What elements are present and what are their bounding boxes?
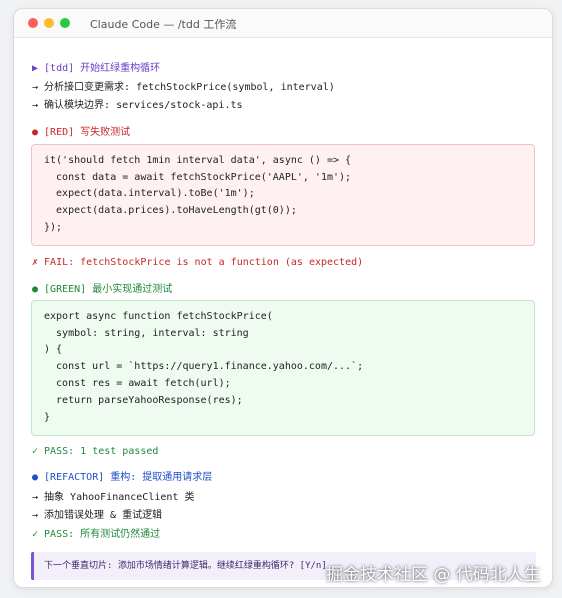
code-line: ) { <box>44 344 63 355</box>
tdd-header: ▶ [tdd] 开始红绿重构循环 <box>32 63 161 74</box>
code-line: expect(data.interval).toBe('1m'); <box>44 188 255 199</box>
code-line: symbol: string, interval: string <box>44 328 249 339</box>
green-impl-code-block: export async function fetchStockPrice( s… <box>31 300 535 436</box>
all-tests-pass-line: ✓ PASS: 所有测试仍然通过 <box>32 529 161 540</box>
red-test-code-block: it('should fetch 1min interval data', as… <box>31 144 535 246</box>
watermark: 掘金技术社区 @ 代码北人生 <box>326 565 541 585</box>
confirm-boundary-line: → 确认模块边界: services/stock-api.ts <box>32 100 243 111</box>
red-phase-header: ● [RED] 写失败测试 <box>32 127 131 138</box>
code-line: it('should fetch 1min interval data', as… <box>44 155 352 166</box>
prompt-text: 下一个垂直切片: 添加市场情绪计算逻辑。继续红绿重构循环? [Y/n] <box>44 561 327 571</box>
analyze-line: → 分析接口变更需求: fetchStockPrice(symbol, inte… <box>32 82 335 93</box>
green-phase-header: ● [GREEN] 最小实现通过测试 <box>32 284 173 295</box>
maximize-window-button[interactable] <box>60 18 70 28</box>
terminal-output: ▶ [tdd] 开始红绿重构循环 → 分析接口变更需求: fetchStockP… <box>14 38 552 587</box>
add-error-handling-line: → 添加错误处理 & 重试逻辑 <box>32 510 163 521</box>
code-line: expect(data.prices).toHaveLength(gt(0)); <box>44 205 297 216</box>
minimize-window-button[interactable] <box>44 18 54 28</box>
code-line: return parseYahooResponse(res); <box>44 395 243 406</box>
code-line: export async function fetchStockPrice( <box>44 311 273 322</box>
terminal-window: Claude Code — /tdd 工作流 ▶ [tdd] 开始红绿重构循环 … <box>13 8 553 588</box>
window-title: Claude Code — /tdd 工作流 <box>90 18 237 31</box>
code-line: } <box>44 412 51 423</box>
refactor-phase-header: ● [REFACTOR] 重构: 提取通用请求层 <box>32 472 213 483</box>
pass-line: ✓ PASS: 1 test passed <box>32 446 159 457</box>
code-line: }); <box>44 222 63 233</box>
close-window-button[interactable] <box>28 18 38 28</box>
extract-class-line: → 抽象 YahooFinanceClient 类 <box>32 492 195 503</box>
fail-line: ✗ FAIL: fetchStockPrice is not a functio… <box>32 257 364 268</box>
code-line: const url = `https://query1.finance.yaho… <box>44 361 364 372</box>
title-bar: Claude Code — /tdd 工作流 <box>14 9 552 38</box>
code-line: const res = await fetch(url); <box>44 378 231 389</box>
code-line: const data = await fetchStockPrice('AAPL… <box>44 172 352 183</box>
